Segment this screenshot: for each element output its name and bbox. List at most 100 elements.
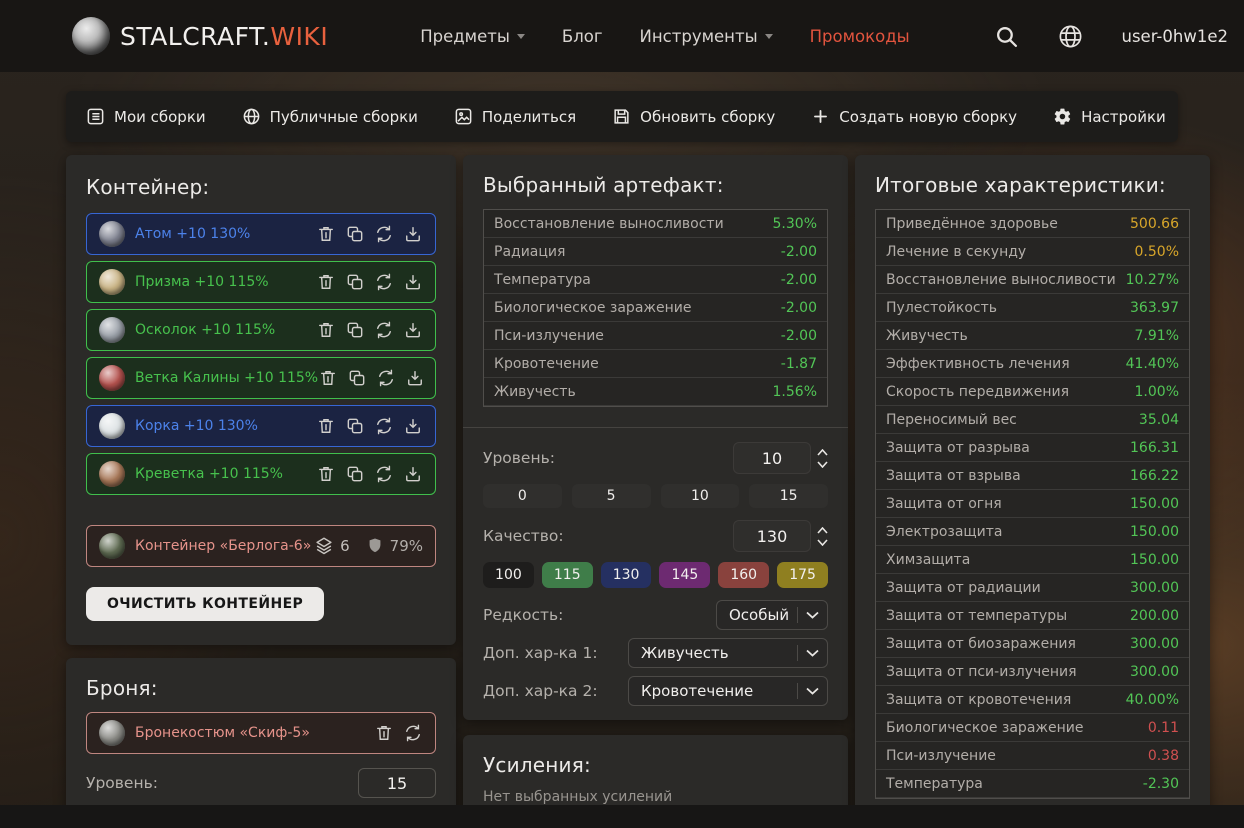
globe-icon — [243, 108, 260, 125]
clear-container-button[interactable]: ОЧИСТИТЬ КОНТЕЙНЕР — [86, 587, 325, 621]
stat-label: Биологическое заражение — [494, 299, 692, 316]
quality-preset-button[interactable]: 175 — [777, 562, 828, 588]
copy-icon — [349, 370, 365, 386]
level-preset-button[interactable]: 15 — [749, 484, 828, 508]
extra-stat-1-select[interactable]: Живучесть — [628, 638, 828, 668]
stat-value: -1.87 — [780, 355, 817, 372]
update-build-button[interactable]: Обновить сборку — [612, 107, 775, 126]
replace-button[interactable] — [374, 416, 394, 436]
level-increment-button[interactable] — [817, 448, 828, 456]
chevron-down-icon — [516, 33, 525, 39]
trash-icon — [319, 227, 333, 241]
quality-increment-button[interactable] — [817, 526, 828, 534]
quality-preset-button[interactable]: 130 — [600, 562, 652, 588]
nav-promocodes[interactable]: Промокоды — [810, 27, 910, 46]
delete-button[interactable] — [318, 368, 338, 388]
copy-button[interactable] — [345, 224, 365, 244]
extra-stat-2-select[interactable]: Кровотечение — [628, 676, 828, 706]
armor-item-row[interactable]: Бронекостюм «Скиф-5» — [86, 712, 436, 754]
stat-label: Защита от разрыва — [886, 439, 1030, 456]
copy-button[interactable] — [345, 464, 365, 484]
export-button[interactable] — [403, 272, 423, 292]
new-build-button[interactable]: Создать новую сборку — [811, 107, 1017, 126]
export-button[interactable] — [403, 416, 423, 436]
delete-button[interactable] — [316, 464, 336, 484]
quality-decrement-button[interactable] — [817, 538, 828, 546]
delete-button[interactable] — [316, 320, 336, 340]
quality-preset-button[interactable]: 145 — [659, 562, 711, 588]
replace-button[interactable] — [374, 320, 394, 340]
stat-value: 40.00% — [1125, 691, 1179, 708]
stat-label: Пси-излучение — [494, 327, 604, 344]
replace-button[interactable] — [403, 723, 423, 743]
quality-preset-button[interactable]: 160 — [718, 562, 770, 588]
header-right: user-0hw1e2 — [994, 23, 1229, 50]
armor-level-input[interactable] — [358, 768, 436, 798]
level-decrement-button[interactable] — [817, 460, 828, 468]
copy-button[interactable] — [345, 272, 365, 292]
artifact-actions — [316, 320, 423, 340]
share-button[interactable]: Поделиться — [454, 107, 576, 126]
replace-button[interactable] — [374, 224, 394, 244]
delete-button[interactable] — [316, 416, 336, 436]
stat-label: Живучесть — [886, 327, 968, 344]
quality-input[interactable] — [733, 520, 811, 552]
search-icon[interactable] — [994, 24, 1019, 49]
level-preset-button[interactable]: 5 — [571, 484, 651, 508]
container-item-row[interactable]: Контейнер «Берлога-6» 6 79% — [86, 525, 436, 567]
export-button[interactable] — [403, 224, 423, 244]
language-globe-icon[interactable] — [1057, 23, 1084, 50]
artifact-row[interactable]: Ветка Калины +10 115% — [86, 357, 436, 399]
stat-value: 200.00 — [1130, 607, 1179, 624]
copy-button[interactable] — [345, 320, 365, 340]
stat-value: 150.00 — [1130, 551, 1179, 568]
artifact-row[interactable]: Осколок +10 115% — [86, 309, 436, 351]
export-button[interactable] — [405, 368, 425, 388]
level-preset-button[interactable]: 0 — [483, 484, 562, 508]
stat-row: Защита от биозаражения 300.00 — [876, 630, 1189, 658]
my-builds-button[interactable]: Мои сборки — [86, 107, 206, 126]
site-logo[interactable]: STALCRAFT.WIKI — [72, 17, 328, 55]
delete-button[interactable] — [316, 272, 336, 292]
level-input[interactable] — [733, 442, 811, 474]
public-builds-button[interactable]: Публичные сборки — [242, 107, 418, 126]
artifact-label: Корка +10 130% — [135, 418, 258, 434]
stat-label: Лечение в секунду — [886, 243, 1027, 260]
container-meta: 6 79% — [313, 535, 423, 557]
stat-value: 1.56% — [772, 383, 817, 400]
settings-button[interactable]: Настройки — [1053, 107, 1166, 126]
sync-icon — [406, 724, 420, 742]
replace-button[interactable] — [374, 272, 394, 292]
rarity-label: Редкость: — [483, 606, 564, 624]
username[interactable]: user-0hw1e2 — [1122, 27, 1229, 46]
stat-value: -2.00 — [780, 271, 817, 288]
artifact-row[interactable]: Призма +10 115% — [86, 261, 436, 303]
replace-button[interactable] — [376, 368, 396, 388]
level-preset-button[interactable]: 10 — [660, 484, 740, 508]
sync-icon — [377, 321, 391, 339]
export-button[interactable] — [403, 464, 423, 484]
artifact-row[interactable]: Атом +10 130% — [86, 213, 436, 255]
artifact-row[interactable]: Корка +10 130% — [86, 405, 436, 447]
quality-preset-button[interactable]: 115 — [541, 562, 593, 588]
delete-button[interactable] — [374, 723, 394, 743]
stat-label: Температура — [886, 775, 983, 792]
container-label: Контейнер «Берлога-6» — [135, 538, 312, 554]
copy-icon — [347, 226, 363, 242]
stat-row: Приведённое здоровье 500.66 — [876, 210, 1189, 238]
artifact-row[interactable]: Креветка +10 115% — [86, 453, 436, 495]
builds-toolbar: Мои сборки Публичные сборки Поделиться О… — [66, 91, 1178, 142]
artifact-actions — [316, 464, 423, 484]
nav-blog[interactable]: Блог — [562, 27, 603, 46]
nav-tools-menu[interactable]: Инструменты — [640, 27, 773, 46]
nav-items-menu[interactable]: Предметы — [420, 27, 525, 46]
rarity-select[interactable]: Особый — [716, 600, 828, 630]
export-button[interactable] — [403, 320, 423, 340]
copy-button[interactable] — [345, 416, 365, 436]
copy-icon — [347, 322, 363, 338]
copy-button[interactable] — [347, 368, 367, 388]
quality-preset-button[interactable]: 100 — [483, 562, 534, 588]
replace-button[interactable] — [374, 464, 394, 484]
save-icon — [614, 109, 629, 124]
delete-button[interactable] — [316, 224, 336, 244]
